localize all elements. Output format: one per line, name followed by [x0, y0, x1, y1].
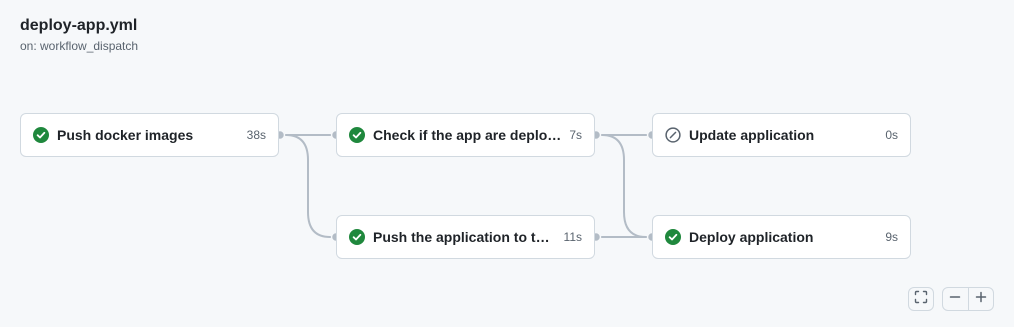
- workflow-title: deploy-app.yml: [20, 17, 138, 34]
- success-check-icon: [349, 127, 365, 143]
- zoom-out-button[interactable]: [943, 288, 968, 310]
- job-name: Push the application to th...: [373, 229, 556, 245]
- job-name: Update application: [689, 127, 815, 143]
- workflow-trigger: on: workflow_dispatch: [20, 39, 139, 53]
- job-push-application[interactable]: Push the application to th... 11s: [336, 215, 595, 259]
- job-name: Check if the app are deploy...: [373, 127, 562, 143]
- success-check-icon: [665, 229, 681, 245]
- job-duration: 0s: [885, 128, 898, 142]
- job-name: Deploy application: [689, 229, 814, 245]
- job-duration: 11s: [563, 230, 582, 244]
- job-deploy-application[interactable]: Deploy application 9s: [652, 215, 911, 259]
- fit-to-screen-button[interactable]: [908, 287, 934, 311]
- connector-j2-j5: [601, 134, 652, 238]
- connector-j1-j3: [285, 134, 336, 238]
- zoom-in-button[interactable]: [967, 288, 994, 310]
- job-name: Push docker images: [57, 127, 194, 143]
- zoom-controls: [942, 287, 994, 311]
- fullscreen-icon: [914, 290, 928, 309]
- skipped-icon: [665, 127, 681, 143]
- job-duration: 7s: [569, 128, 582, 142]
- workflow-header: deploy-app.yml on: workflow_dispatch: [20, 16, 138, 53]
- job-push-docker-images[interactable]: Push docker images 38s: [20, 113, 279, 157]
- plus-icon: [975, 290, 987, 308]
- minus-icon: [949, 290, 961, 308]
- success-check-icon: [349, 229, 365, 245]
- job-check-app-deployed[interactable]: Check if the app are deploy... 7s: [336, 113, 595, 157]
- job-duration: 9s: [885, 230, 898, 244]
- job-duration: 38s: [246, 128, 266, 142]
- success-check-icon: [33, 127, 49, 143]
- job-update-application[interactable]: Update application 0s: [652, 113, 911, 157]
- job-connectors: [274, 129, 658, 243]
